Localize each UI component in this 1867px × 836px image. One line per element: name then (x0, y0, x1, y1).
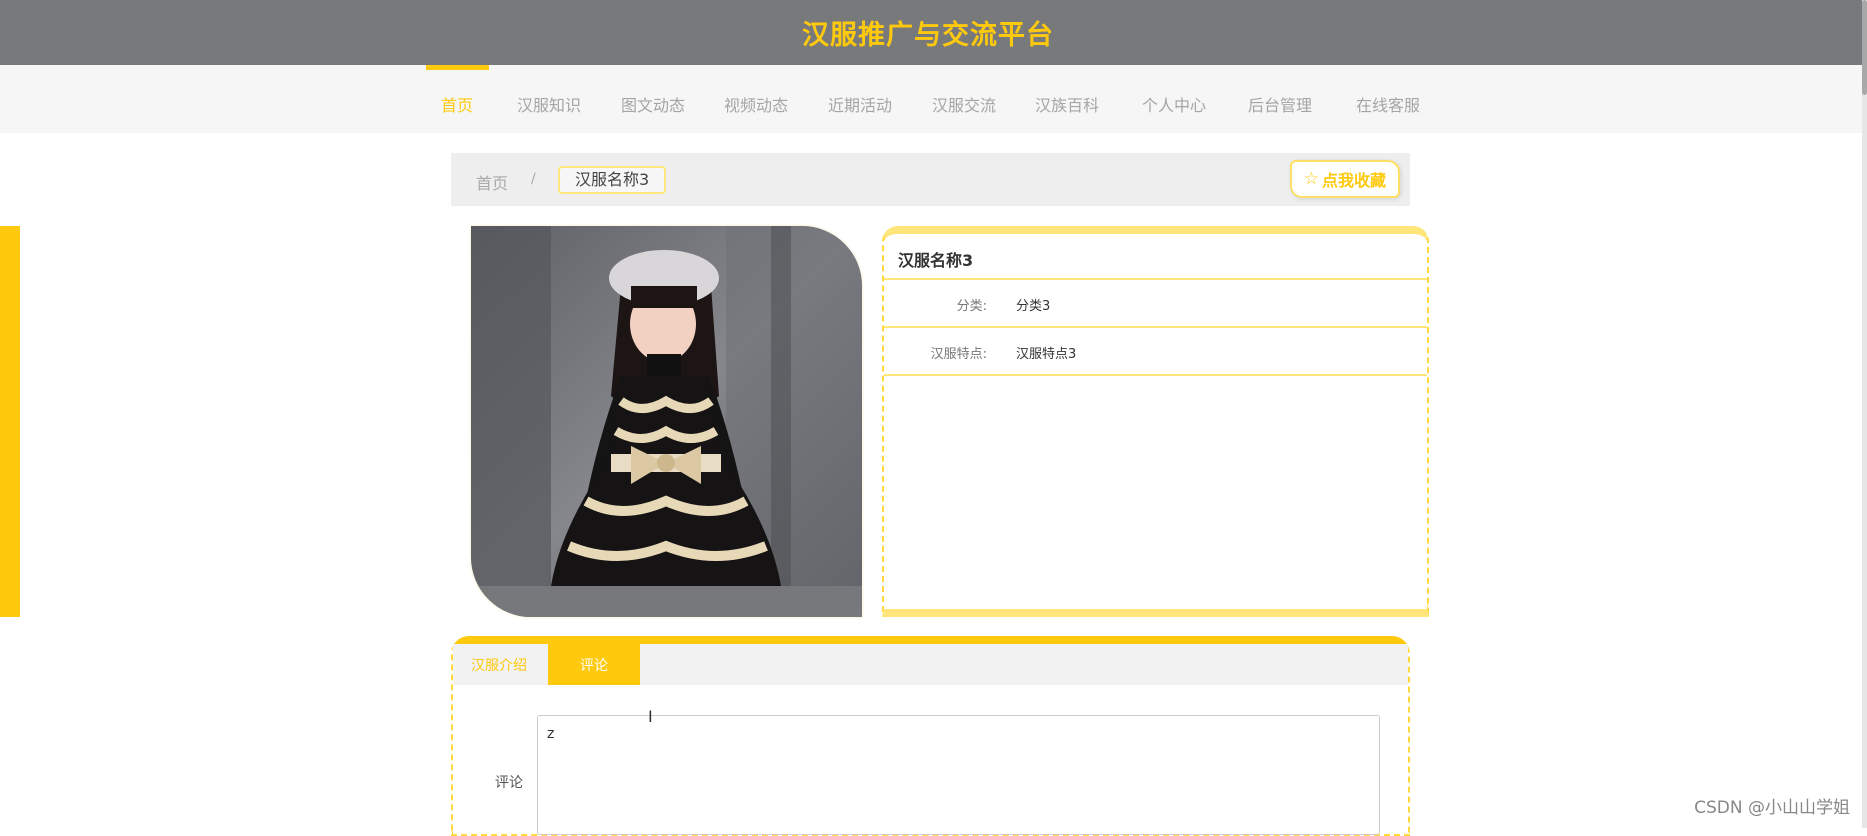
nav-item-hanfu-exchange[interactable]: 汉服交流 (932, 92, 996, 116)
detail-tabs-box: 汉服介绍 评论 评论 z (451, 636, 1410, 836)
site-title: 汉服推广与交流平台 (802, 13, 1054, 52)
breadcrumb-separator: / (531, 171, 536, 187)
detail-label: 汉服特点: (931, 343, 987, 362)
breadcrumb: 首页 / 汉服名称3 ☆ 点我收藏 (451, 153, 1410, 206)
nav-item-online-service[interactable]: 在线客服 (1356, 92, 1420, 116)
breadcrumb-home-link[interactable]: 首页 (476, 170, 508, 194)
detail-info-panel: 汉服名称3 分类: 分类3 汉服特点: 汉服特点3 (882, 226, 1429, 617)
nav-item-han-encyclopedia[interactable]: 汉族百科 (1035, 92, 1099, 116)
nav-item-hanfu-knowledge[interactable]: 汉服知识 (517, 92, 581, 116)
nav-item-video-posts[interactable]: 视频动态 (724, 92, 788, 116)
detail-row-feature: 汉服特点: 汉服特点3 (884, 328, 1427, 376)
favorite-button[interactable]: ☆ 点我收藏 (1290, 160, 1400, 198)
nav-item-personal-center[interactable]: 个人中心 (1142, 92, 1206, 116)
page-scrollbar[interactable] (1862, 0, 1867, 828)
star-outline-icon: ☆ (1304, 169, 1319, 189)
site-header: 汉服推广与交流平台 (0, 0, 1862, 65)
nav-item-recent-events[interactable]: 近期活动 (828, 92, 892, 116)
comment-textarea[interactable]: z (537, 715, 1380, 835)
nav-item-photo-posts[interactable]: 图文动态 (621, 92, 685, 116)
breadcrumb-current: 汉服名称3 (558, 166, 666, 194)
detail-row-category: 分类: 分类3 (884, 280, 1427, 328)
nav-item-home[interactable]: 首页 (441, 92, 473, 116)
product-image (471, 226, 862, 617)
active-nav-indicator (426, 65, 489, 70)
text-cursor-icon: I (648, 708, 660, 726)
watermark: CSDN @小山山学姐 (1694, 793, 1850, 818)
favorite-button-label: 点我收藏 (1322, 167, 1386, 191)
tab-strip: 汉服介绍 评论 (453, 644, 1408, 685)
tab-comment[interactable]: 评论 (548, 644, 640, 685)
detail-value: 汉服特点3 (1016, 343, 1076, 362)
side-accent-bar (0, 226, 20, 617)
main-nav: 首页 汉服知识 图文动态 视频动态 近期活动 汉服交流 汉族百科 个人中心 后台… (0, 65, 1862, 133)
girl-in-dress-image (471, 226, 862, 617)
detail-value: 分类3 (1016, 295, 1050, 314)
nav-item-admin[interactable]: 后台管理 (1248, 92, 1312, 116)
detail-label: 分类: (957, 295, 987, 314)
detail-name: 汉服名称3 (884, 234, 1427, 280)
tab-intro[interactable]: 汉服介绍 (453, 644, 545, 685)
comment-label: 评论 (495, 772, 523, 792)
scrollbar-thumb[interactable] (1862, 0, 1867, 95)
